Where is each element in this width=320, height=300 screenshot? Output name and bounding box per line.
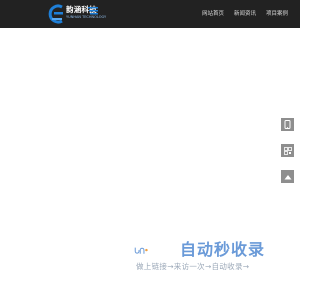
back-to-top-button[interactable] xyxy=(281,170,294,183)
site-header: 韵涵科技 YUNHAN TECHNOLOGY 网站首页 新闻资讯 项目案例 xyxy=(0,0,300,28)
logo-mark-icon xyxy=(48,4,63,24)
phone-button[interactable] xyxy=(281,118,294,131)
logo-stripes-icon xyxy=(88,7,98,15)
footer-brand-graphic xyxy=(134,247,148,254)
footer-brand-title: 自动秒收录 xyxy=(180,240,266,259)
phone-icon xyxy=(284,120,291,129)
footer-brand-subtitle: 做上链接→来访一次→自动收录→ xyxy=(136,262,250,271)
nav-home[interactable]: 网站首页 xyxy=(202,10,224,18)
back-to-top-icon xyxy=(284,174,291,179)
wechat-qrcode-button[interactable] xyxy=(281,144,294,157)
brand-tagline: YUNHAN TECHNOLOGY xyxy=(66,15,107,19)
nav-cases[interactable]: 项目案例 xyxy=(266,10,288,18)
site-logo[interactable]: 韵涵科技 YUNHAN TECHNOLOGY xyxy=(48,3,107,25)
wechat-qrcode-icon xyxy=(283,146,292,155)
nav-news[interactable]: 新闻资讯 xyxy=(234,10,256,18)
